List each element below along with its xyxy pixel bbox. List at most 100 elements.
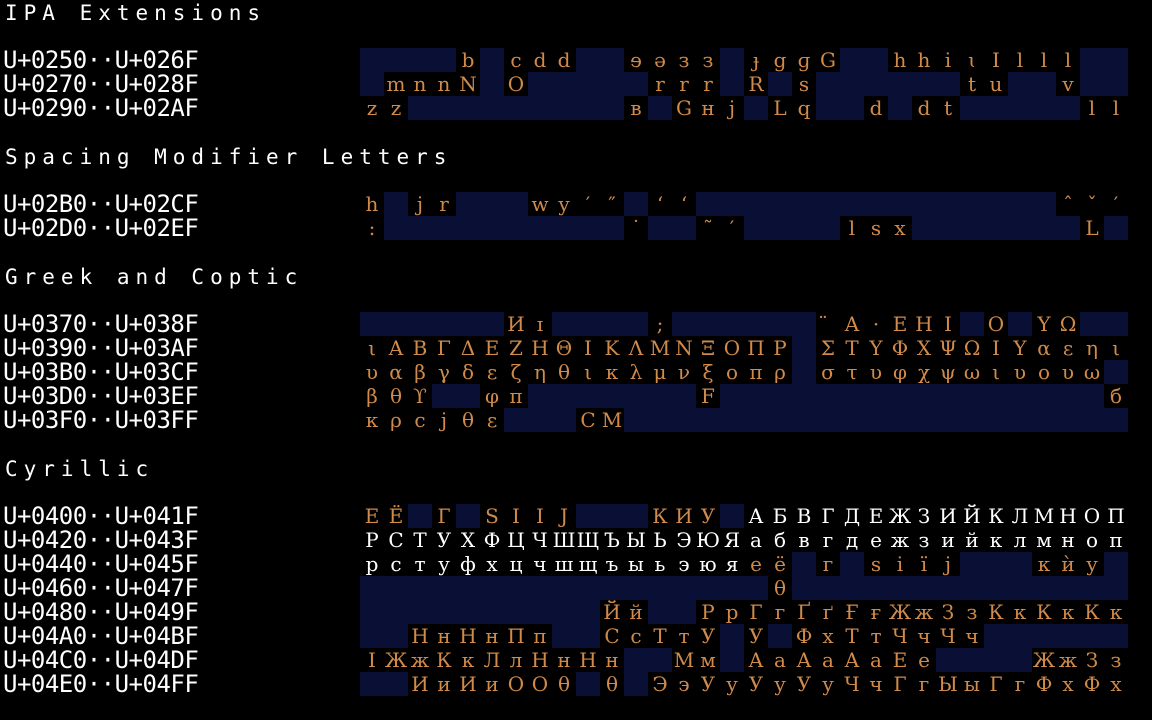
glyph-cell xyxy=(456,384,480,408)
glyph-cell: θ xyxy=(456,408,480,432)
glyph-cell: Ч xyxy=(936,624,960,648)
glyph-cell xyxy=(576,72,600,96)
glyph-cell: ɩ xyxy=(960,48,984,72)
glyph-cell: Κ xyxy=(600,336,624,360)
glyph-cell: ї xyxy=(912,552,936,576)
glyph-cell: г xyxy=(768,600,792,624)
glyph-cell: у xyxy=(720,672,744,696)
glyph-cell: ч xyxy=(960,624,984,648)
glyph-cell: ′ xyxy=(1104,192,1128,216)
glyph-cell: Н xyxy=(408,624,432,648)
glyph-cell xyxy=(792,552,816,576)
glyph-cell xyxy=(1008,576,1032,600)
glyph-cell: r xyxy=(648,72,672,96)
glyph-cell xyxy=(1104,360,1128,384)
glyph-cell xyxy=(1008,624,1032,648)
glyph-cell: Я xyxy=(720,528,744,552)
glyph-cell: П xyxy=(504,624,528,648)
glyph-cell: г xyxy=(816,552,840,576)
glyph-cell xyxy=(960,384,984,408)
glyph-cell: b xyxy=(456,48,480,72)
glyph-cell xyxy=(384,600,408,624)
glyph-cell: б xyxy=(1104,384,1128,408)
glyph-cell: х xyxy=(816,624,840,648)
glyph-cell xyxy=(552,624,576,648)
glyph-cell xyxy=(576,624,600,648)
glyph-cell: Υ xyxy=(1008,336,1032,360)
glyph-cell: У xyxy=(696,672,720,696)
glyph-cell xyxy=(960,648,984,672)
glyph-cell: л xyxy=(1008,528,1032,552)
glyph-cell: а xyxy=(768,648,792,672)
glyph-cell xyxy=(600,312,624,336)
code-range-label: U+02B0··U+02CF xyxy=(3,192,199,216)
glyph-cell xyxy=(912,72,936,96)
glyph-cell: θ xyxy=(600,672,624,696)
glyph-cell: Ы xyxy=(936,672,960,696)
glyph-cell: Ы xyxy=(624,528,648,552)
glyph-cell: Π xyxy=(744,336,768,360)
glyph-cell: φ xyxy=(480,384,504,408)
glyph-cell xyxy=(600,576,624,600)
glyph-cell: з xyxy=(672,48,696,72)
glyph-cell xyxy=(1008,216,1032,240)
glyph-cell xyxy=(408,312,432,336)
glyph-cell: з xyxy=(912,528,936,552)
glyph-cell xyxy=(816,384,840,408)
glyph-cell: ρ xyxy=(768,360,792,384)
glyph-cell xyxy=(384,192,408,216)
glyph-cell xyxy=(672,312,696,336)
glyph-cell xyxy=(456,576,480,600)
glyph-cell xyxy=(672,216,696,240)
glyph-cell xyxy=(984,648,1008,672)
glyph-cell xyxy=(744,384,768,408)
glyph-cell: ι xyxy=(1104,336,1128,360)
glyph-cell: Ф xyxy=(792,624,816,648)
glyph-cell: Т xyxy=(408,528,432,552)
glyph-cell: t xyxy=(960,72,984,96)
glyph-cell: ˆ xyxy=(1056,192,1080,216)
glyph-cell: п xyxy=(528,624,552,648)
glyph-cell: t xyxy=(936,96,960,120)
glyph-cell xyxy=(720,192,744,216)
glyph-cell xyxy=(600,384,624,408)
glyph-cell xyxy=(600,48,624,72)
glyph-cell xyxy=(1056,408,1080,432)
glyph-cell: К xyxy=(432,648,456,672)
glyph-cell: К xyxy=(984,600,1008,624)
glyph-cell: Б xyxy=(768,504,792,528)
glyph-cell: Ο xyxy=(720,336,744,360)
glyph-cell: δ xyxy=(456,360,480,384)
glyph-row: Иɪ;̈Α·ΕΗΙΟΥΩ xyxy=(360,312,1128,336)
glyph-cell: н xyxy=(432,624,456,648)
glyph-cell: к xyxy=(1032,552,1056,576)
glyph-cell: т xyxy=(864,624,888,648)
glyph-cell: у xyxy=(816,672,840,696)
glyph-cell: Л xyxy=(1008,504,1032,528)
glyph-cell: ж xyxy=(912,600,936,624)
glyph-cell xyxy=(576,312,600,336)
glyph-cell: ə xyxy=(648,48,672,72)
glyph-cell xyxy=(888,192,912,216)
glyph-cell: Н xyxy=(1056,504,1080,528)
glyph-cell: : xyxy=(360,216,384,240)
glyph-cell: u xyxy=(984,72,1008,96)
glyph-cell: L xyxy=(1080,216,1104,240)
glyph-cell: а xyxy=(864,648,888,672)
glyph-cell xyxy=(624,672,648,696)
glyph-cell xyxy=(576,384,600,408)
glyph-cell: ω xyxy=(960,360,984,384)
glyph-row: mnnNOrrrRstuv xyxy=(360,72,1128,96)
glyph-cell: υ xyxy=(1056,360,1080,384)
glyph-cell: н xyxy=(696,96,720,120)
glyph-cell: З xyxy=(936,600,960,624)
glyph-cell: η xyxy=(1080,336,1104,360)
glyph-cell: w xyxy=(528,192,552,216)
glyph-cell: μ xyxy=(648,360,672,384)
glyph-cell: j xyxy=(408,192,432,216)
glyph-cell xyxy=(576,504,600,528)
glyph-cell xyxy=(984,552,1008,576)
glyph-cell: к xyxy=(1056,600,1080,624)
glyph-cell xyxy=(1104,48,1128,72)
glyph-cell: В xyxy=(792,504,816,528)
